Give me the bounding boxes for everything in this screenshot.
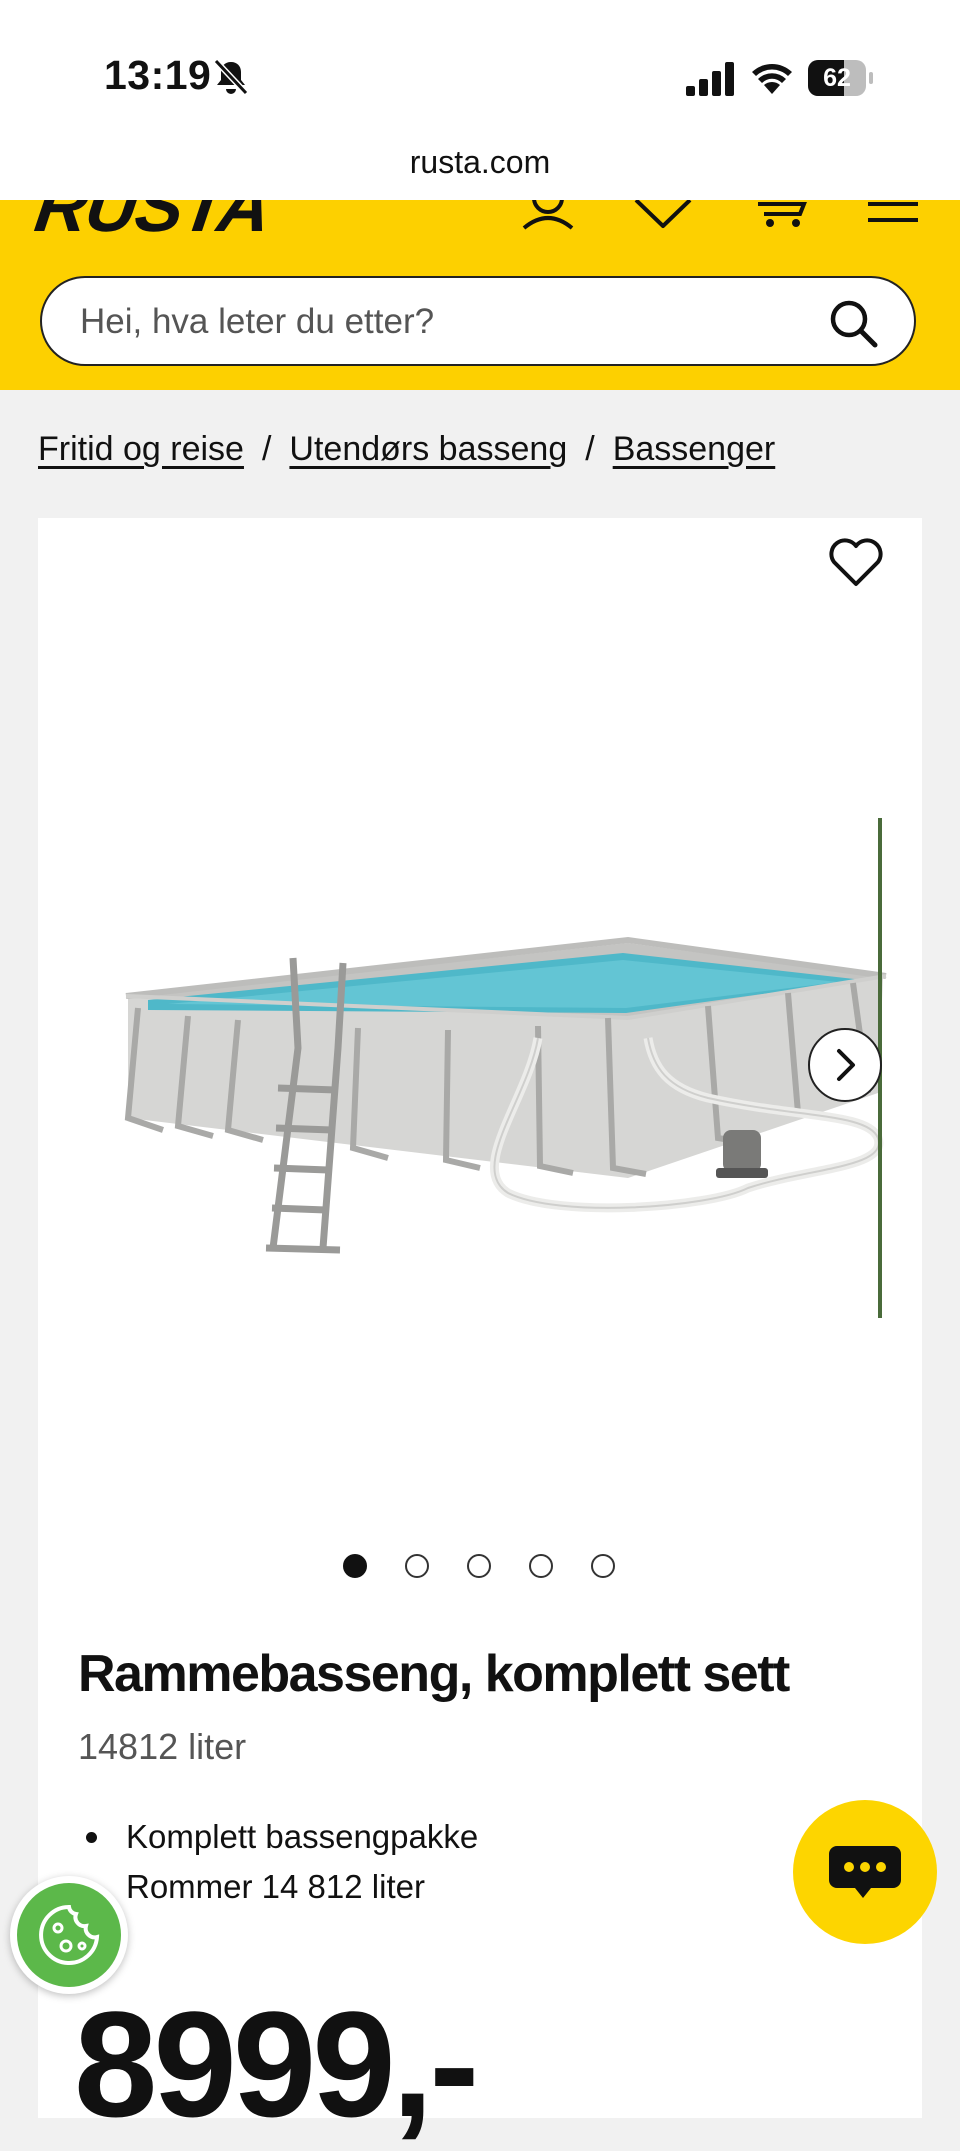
battery-percent: 62 (823, 64, 851, 92)
cookie-settings-button[interactable] (10, 1876, 128, 1994)
product-subtitle: 14812 liter (78, 1726, 247, 1767)
breadcrumb-link-utendors-basseng[interactable]: Utendørs basseng (289, 430, 567, 468)
product-title: Rammebasseng, komplett sett (78, 1645, 790, 1703)
favorite-heart-icon[interactable] (828, 538, 884, 588)
cookie-icon (39, 1904, 100, 1965)
breadcrumb: Fritid og reise / Utendørs basseng / Basseng… (38, 430, 775, 469)
product-image-pool[interactable] (108, 868, 908, 1308)
bullet-item: Rommer 14 812 liter (126, 1868, 425, 1905)
gallery-dot[interactable] (591, 1554, 615, 1578)
breadcrumb-separator: / (585, 430, 595, 468)
signal-icon (686, 62, 734, 96)
bell-slash-icon (213, 58, 249, 96)
user-icon[interactable] (520, 200, 576, 230)
rusta-logo[interactable]: RUSTA (30, 200, 274, 248)
gallery-dot[interactable] (405, 1554, 429, 1578)
breadcrumb-link-fritid[interactable]: Fritid og reise (38, 430, 244, 468)
chat-button[interactable] (793, 1800, 937, 1944)
gallery-dot[interactable] (343, 1554, 367, 1578)
breadcrumb-separator: / (261, 430, 272, 468)
status-bar: 13:19 62 (0, 0, 960, 128)
product-price: 8999,- (74, 1980, 479, 2148)
product-bullets: Komplett bassengpakke Rommer 14 812 lite… (78, 1812, 478, 1912)
heart-icon[interactable] (634, 200, 692, 230)
search-box[interactable] (40, 276, 916, 366)
chevron-right-icon (837, 1049, 855, 1081)
search-input[interactable] (78, 294, 822, 350)
breadcrumb-link-bassenger[interactable]: Bassenger (613, 430, 776, 468)
bullet-item: Komplett bassengpakke (78, 1812, 478, 1862)
chat-bubble-icon (829, 1846, 901, 1898)
url-text[interactable]: rusta.com (0, 144, 960, 181)
site-header: RUSTA (0, 200, 960, 390)
wifi-icon (752, 64, 792, 94)
cart-icon[interactable] (756, 200, 808, 230)
menu-icon[interactable] (868, 200, 918, 230)
product-card: Rammebasseng, komplett sett 14812 liter … (38, 518, 922, 2148)
gallery-dot[interactable] (529, 1554, 553, 1578)
battery-icon: 62 (808, 60, 874, 96)
gallery-next-button[interactable] (808, 1028, 882, 1102)
gallery-dot[interactable] (467, 1554, 491, 1578)
search-icon[interactable] (828, 298, 878, 348)
gallery-dots (343, 1554, 615, 1578)
status-time: 13:19 (104, 52, 212, 98)
